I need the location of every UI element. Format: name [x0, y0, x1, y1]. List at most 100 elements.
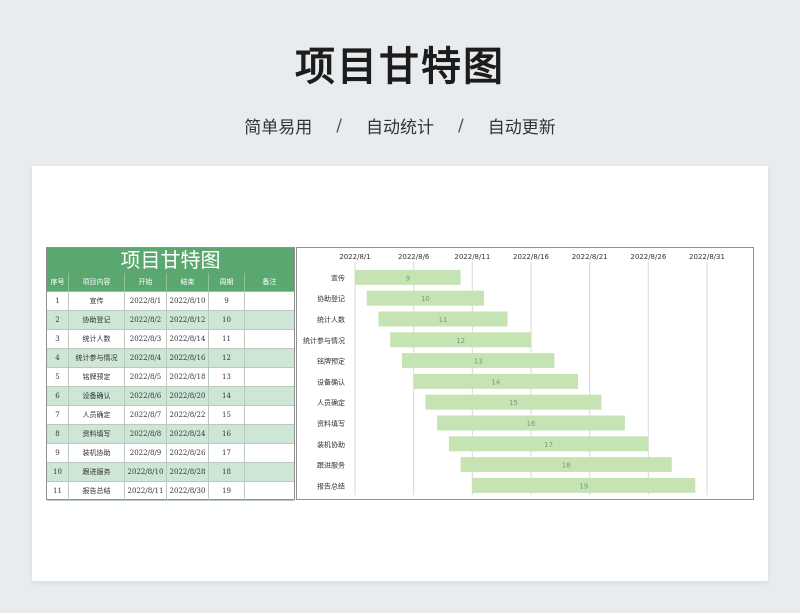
table-cell[interactable]	[245, 425, 294, 444]
table-cell[interactable]: 14	[209, 387, 245, 406]
table-cell[interactable]	[245, 349, 294, 368]
table-cell[interactable]: 9	[209, 292, 245, 311]
table-cell[interactable]: 12	[209, 349, 245, 368]
category-label: 人员确定	[317, 398, 345, 407]
table-cell[interactable]: 2022/8/18	[167, 368, 209, 387]
tag-separator: /	[336, 115, 342, 136]
category-label: 统计参与情况	[303, 336, 345, 345]
column-header: 开始	[125, 273, 167, 292]
category-label: 协助登记	[317, 294, 345, 303]
table-cell[interactable]: 2022/8/28	[167, 463, 209, 482]
column-header: 备注	[245, 273, 294, 292]
bar-value-label: 10	[421, 295, 430, 303]
category-label: 资料填写	[317, 419, 345, 428]
table-cell[interactable]: 2022/8/10	[125, 463, 167, 482]
column-header: 序号	[47, 273, 69, 292]
table-cell[interactable]	[245, 292, 294, 311]
table-row: 6 设备确认 2022/8/6 2022/8/20 14	[47, 387, 294, 406]
table-cell[interactable]: 2022/8/9	[125, 444, 167, 463]
x-tick-label: 2022/8/11	[454, 253, 490, 261]
table-cell[interactable]: 报告总结	[69, 482, 125, 501]
category-label: 设备确认	[317, 377, 345, 386]
table-cell[interactable]: 2022/8/2	[125, 311, 167, 330]
table-cell[interactable]: 2022/8/24	[167, 425, 209, 444]
table-cell[interactable]: 5	[47, 368, 69, 387]
table-cell[interactable]: 2022/8/7	[125, 406, 167, 425]
table-cell[interactable]: 13	[209, 368, 245, 387]
table-cell[interactable]: 10	[47, 463, 69, 482]
table-cell[interactable]: 8	[47, 425, 69, 444]
category-label: 铭牌预定	[317, 357, 345, 366]
table-cell[interactable]: 1	[47, 292, 69, 311]
gantt-svg: 2022/8/1 2022/8/6 2022/8/11 2022/8/16 2022/8…	[303, 253, 725, 495]
table-cell[interactable]: 宣传	[69, 292, 125, 311]
bar-value-label: 16	[527, 420, 536, 428]
table-cell[interactable]: 3	[47, 330, 69, 349]
feature-tags: 简单易用 / 自动统计 / 自动更新	[0, 113, 800, 139]
table-cell[interactable]: 设备确认	[69, 387, 125, 406]
table-cell[interactable]: 2022/8/6	[125, 387, 167, 406]
table-row: 1 宣传 2022/8/1 2022/8/10 9	[47, 292, 294, 311]
table-cell[interactable]	[245, 368, 294, 387]
bar-value-label: 19	[579, 482, 588, 490]
bar-value-label: 13	[474, 358, 483, 366]
table-cell[interactable]: 18	[209, 463, 245, 482]
table-cell[interactable]	[245, 444, 294, 463]
table-cell[interactable]: 2022/8/10	[167, 292, 209, 311]
table-cell[interactable]	[245, 387, 294, 406]
table-cell[interactable]: 9	[47, 444, 69, 463]
table-cell[interactable]: 2	[47, 311, 69, 330]
table-cell[interactable]: 2022/8/5	[125, 368, 167, 387]
table-cell[interactable]: 11	[47, 482, 69, 501]
table-cell[interactable]: 协助登记	[69, 311, 125, 330]
table-cell[interactable]: 2022/8/8	[125, 425, 167, 444]
table-cell[interactable]: 2022/8/14	[167, 330, 209, 349]
table-cell[interactable]: 2022/8/16	[167, 349, 209, 368]
category-label: 跟进服务	[317, 461, 345, 470]
category-label: 统计人数	[317, 315, 345, 324]
bar-value-label: 9	[406, 274, 410, 282]
table-cell[interactable]: 铭牌预定	[69, 368, 125, 387]
table-cell[interactable]: 17	[209, 444, 245, 463]
table-cell[interactable]: 2022/8/3	[125, 330, 167, 349]
table-cell[interactable]: 2022/8/26	[167, 444, 209, 463]
table-cell[interactable]: 2022/8/11	[125, 482, 167, 501]
table-cell[interactable]: 人员确定	[69, 406, 125, 425]
table-cell[interactable]: 4	[47, 349, 69, 368]
table-header-row: 序号 项目内容 开始 结束 周期 备注	[47, 273, 294, 292]
table-cell[interactable]: 装机协助	[69, 444, 125, 463]
table-cell[interactable]	[245, 463, 294, 482]
column-header: 项目内容	[69, 273, 125, 292]
table-cell[interactable]: 2022/8/20	[167, 387, 209, 406]
tag-separator: /	[458, 115, 464, 136]
tag-auto-stats: 自动统计	[366, 118, 434, 138]
table-cell[interactable]: 11	[209, 330, 245, 349]
table-cell[interactable]: 15	[209, 406, 245, 425]
tag-easy: 简单易用	[244, 118, 313, 138]
category-label: 装机协助	[317, 440, 345, 449]
table-row: 3 统计人数 2022/8/3 2022/8/14 11	[47, 330, 294, 349]
table-cell[interactable]: 2022/8/12	[167, 311, 209, 330]
table-cell[interactable]: 16	[209, 425, 245, 444]
table-cell[interactable]: 2022/8/30	[167, 482, 209, 501]
table-cell[interactable]: 19	[209, 482, 245, 501]
table-cell[interactable]	[245, 482, 294, 501]
table-cell[interactable]: 统计参与情况	[69, 349, 125, 368]
x-tick-label: 2022/8/31	[689, 253, 725, 261]
bar-value-label: 18	[562, 462, 571, 470]
table-cell[interactable]: 6	[47, 387, 69, 406]
table-cell[interactable]: 统计人数	[69, 330, 125, 349]
table-cell[interactable]: 资料填写	[69, 425, 125, 444]
table-cell[interactable]: 7	[47, 406, 69, 425]
table-cell[interactable]: 10	[209, 311, 245, 330]
bar-value-label: 14	[491, 378, 500, 386]
table-cell[interactable]: 2022/8/22	[167, 406, 209, 425]
table-cell[interactable]	[245, 330, 294, 349]
table-cell[interactable]: 2022/8/4	[125, 349, 167, 368]
table-row: 9 装机协助 2022/8/9 2022/8/26 17	[47, 444, 294, 463]
table-cell[interactable]	[245, 406, 294, 425]
table-cell[interactable]: 跟进服务	[69, 463, 125, 482]
table-cell[interactable]: 2022/8/1	[125, 292, 167, 311]
table-cell[interactable]	[245, 311, 294, 330]
table-title: 项目甘特图	[47, 248, 294, 273]
